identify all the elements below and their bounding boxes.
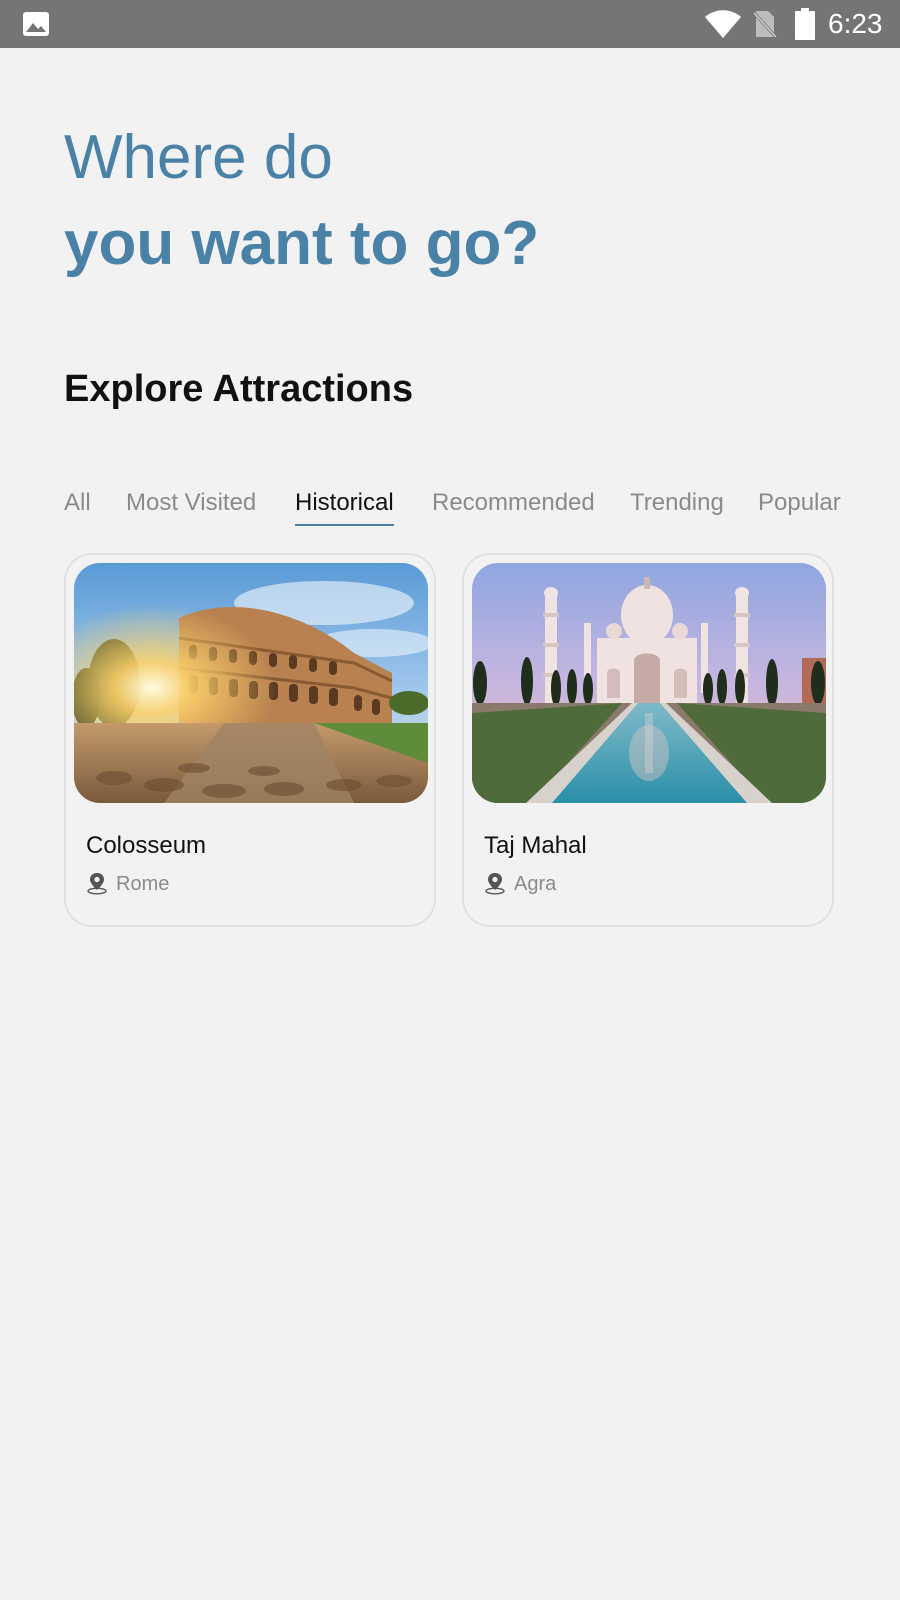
tab-popular[interactable]: Popular [758,486,841,520]
active-tab-indicator [295,524,394,526]
tab-most-visited[interactable]: Most Visited [126,486,256,520]
location-pin-icon [485,873,505,895]
attraction-card-taj-mahal[interactable]: Taj Mahal Agra [462,553,834,927]
tab-label: Recommended [432,489,595,516]
attraction-name: Colosseum [86,832,207,859]
location-pin-icon [87,873,107,895]
status-bar: 6:23 [0,0,900,48]
headline-line-2: you want to go? [64,209,540,278]
no-sim-icon [752,11,778,39]
tab-trending[interactable]: Trending [630,486,724,520]
tab-historical[interactable]: Historical [295,486,394,526]
gallery-icon [23,12,49,36]
tab-label: Trending [630,489,724,516]
attraction-location: Rome [116,873,170,895]
attraction-location: Agra [514,873,557,895]
colosseum-photo [74,563,428,803]
tab-label: Popular [758,489,841,516]
attraction-name: Taj Mahal [484,832,587,859]
tab-label: Most Visited [126,489,257,516]
tab-recommended[interactable]: Recommended [432,486,595,520]
battery-icon [795,8,815,40]
tab-label: Historical [295,489,394,516]
tab-all[interactable]: All [64,486,91,520]
taj-mahal-photo [472,563,826,803]
status-time: 6:23 [828,8,883,39]
headline-line-1: Where do [64,123,333,192]
attraction-card-colosseum[interactable]: Colosseum Rome [64,553,436,927]
category-tabs: All Most Visited Historical Recommended … [64,486,900,526]
wifi-icon [705,10,741,38]
tab-label: All [64,489,91,516]
section-title: Explore Attractions [64,368,414,410]
